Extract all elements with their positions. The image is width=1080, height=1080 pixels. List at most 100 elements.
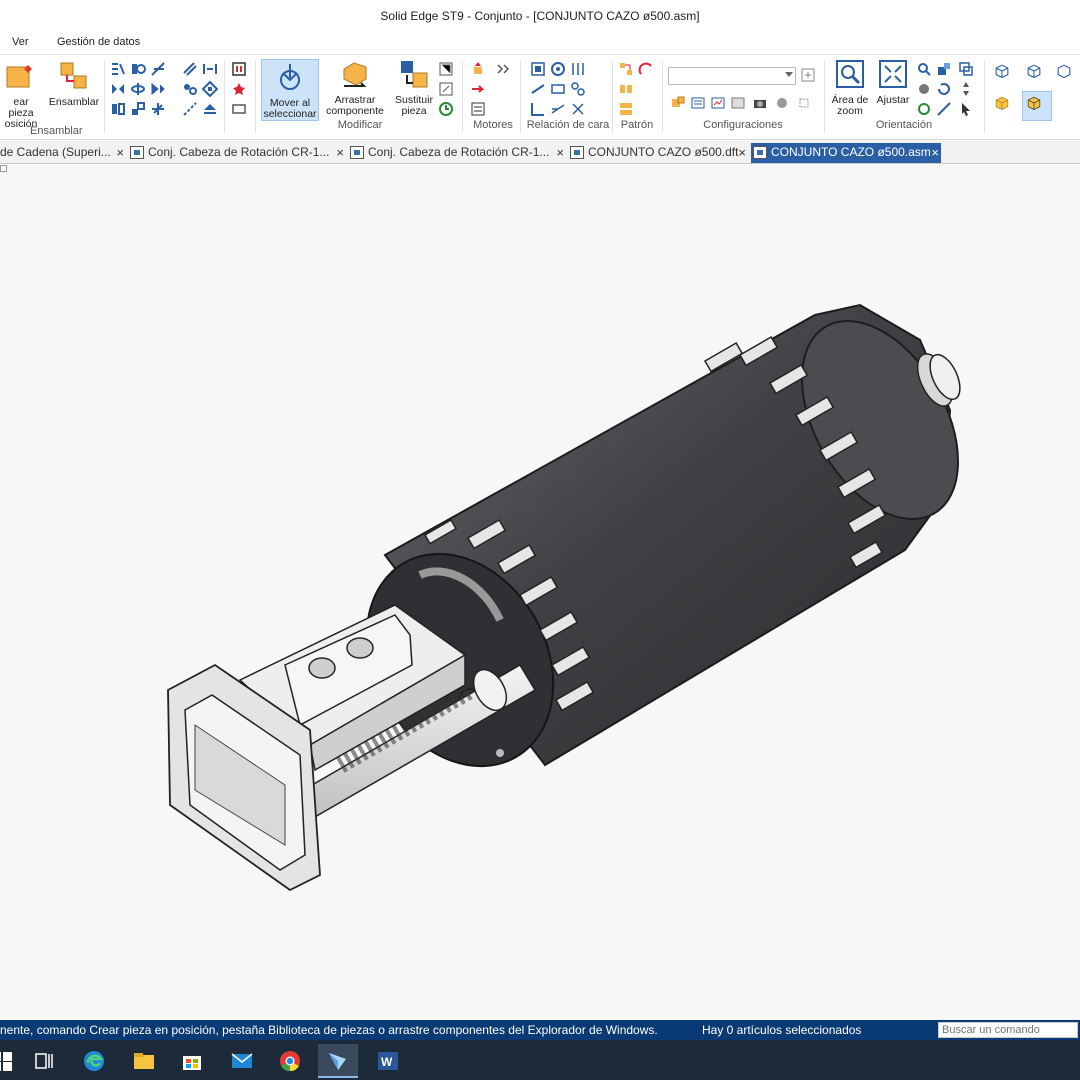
select-icon[interactable] [958,101,974,117]
ajustar-button[interactable]: Ajustar [874,57,912,106]
motor-icon-2[interactable] [496,61,512,77]
pattern-icon-3[interactable] [618,81,634,97]
assembly-doc-icon [130,146,144,159]
face-relation-icon-2[interactable] [550,61,566,77]
refresh-icon[interactable] [916,101,932,117]
config-icon-7[interactable] [796,95,812,111]
menu-ver[interactable]: Ver [12,36,29,48]
file-explorer-button[interactable] [124,1044,164,1078]
config-icon-1[interactable] [670,95,686,111]
draft-doc-icon [570,146,584,159]
view-icon-2[interactable] [958,61,974,77]
shaded-cube-icon[interactable] [994,95,1016,117]
motor-icon-1[interactable] [470,61,486,77]
relation-icon-6[interactable] [150,81,166,97]
graphics-viewport[interactable] [0,165,1080,1020]
visible-edges-cube-icon[interactable] [1056,63,1078,85]
pan-icon[interactable] [916,81,932,97]
assembly-model[interactable] [0,165,1080,1020]
view-icon-3[interactable] [936,101,952,117]
pattern-icon-1[interactable] [618,61,634,77]
document-tab[interactable]: Conj. Cabeza de Rotación CR-1... × [128,143,346,163]
modify-icon-1[interactable] [438,61,454,77]
relation-icon-1[interactable] [110,61,126,77]
close-icon[interactable]: × [738,143,746,162]
face-relation-icon-6[interactable] [570,81,586,97]
mail-button[interactable] [222,1044,262,1078]
config-icon-2[interactable] [690,95,706,111]
ensamblar-button[interactable]: Ensamblar [46,59,102,108]
close-icon[interactable]: × [931,143,939,162]
pattern-icon-4[interactable] [618,101,634,117]
face-relation-icon-7[interactable] [530,101,546,117]
group-label-orientacion: Orientación [875,119,933,131]
view-icon-1[interactable] [936,61,952,77]
relation-icon-11[interactable] [202,61,218,77]
camera-icon[interactable] [752,95,768,111]
relation-icon-5[interactable] [130,81,146,97]
spin-icon[interactable] [958,81,974,97]
relation-icon-9[interactable] [150,101,166,117]
relation-icon-13[interactable] [201,80,219,98]
replace-part-icon [399,59,429,89]
arrastrar-componente-button[interactable]: Arrastrar componente [322,57,388,117]
document-tab[interactable]: Conj. Cabeza de Rotación CR-1... × [348,143,566,163]
document-tab-active[interactable]: CONJUNTO CAZO ø500.asm × [751,143,941,163]
config-settings-icon[interactable] [800,67,816,83]
config-icon-4[interactable] [730,95,746,111]
document-tab[interactable]: CONJUNTO CAZO ø500.dft × [568,143,748,163]
configuration-combo[interactable] [668,67,796,85]
motor-icon-4[interactable] [470,101,486,117]
face-relation-icon-4[interactable] [530,81,546,97]
face-relation-icon-9[interactable] [570,101,586,117]
crear-pieza-button[interactable]: ear pieza osición [0,59,42,130]
relation-icon-8[interactable] [130,101,146,117]
hidden-lines-cube-icon[interactable] [1026,63,1048,85]
ribbon-separator [984,61,985,133]
close-icon[interactable]: × [556,143,564,162]
relation-icon-15[interactable] [202,101,218,117]
area-zoom-button[interactable]: Área de zoom [830,57,870,117]
command-search-input[interactable] [938,1022,1078,1038]
shaded-edges-cube-icon[interactable] [1022,91,1052,121]
relation-icon-3[interactable] [150,61,166,77]
relation-icon-18[interactable] [231,101,247,117]
chrome-button[interactable] [270,1044,310,1078]
relation-icon-7[interactable] [110,101,126,117]
menu-gestion-datos[interactable]: Gestión de datos [57,36,140,48]
relation-icon-17[interactable] [231,81,247,97]
zoom-icon[interactable] [916,61,932,77]
face-relation-icon-1[interactable] [530,61,546,77]
sustituir-pieza-button[interactable]: Sustituir pieza [392,57,436,117]
task-view-button[interactable] [24,1044,64,1078]
config-icon-3[interactable] [710,95,726,111]
motor-icon-3[interactable] [470,81,486,97]
face-relation-icon-8[interactable] [550,101,566,117]
mover-al-seleccionar-button[interactable]: Mover al seleccionar [261,59,319,121]
edge-button[interactable] [74,1044,114,1078]
solid-edge-button[interactable] [318,1044,358,1078]
rotate-icon[interactable] [936,81,952,97]
wireframe-cube-icon[interactable] [994,63,1016,85]
relation-icon-16[interactable] [231,61,247,77]
windows-start-button[interactable] [0,1044,22,1078]
viewport-corner-handle[interactable] [0,165,7,172]
face-relation-icon-5[interactable] [550,81,566,97]
relation-icon-4[interactable] [110,81,126,97]
face-relation-icon-3[interactable] [570,61,586,77]
modify-icon-2[interactable] [438,81,454,97]
relation-icon-10[interactable] [182,61,198,77]
relation-icon-12[interactable] [182,81,198,97]
close-icon[interactable]: × [336,143,344,162]
close-icon[interactable]: × [116,143,124,162]
document-tab[interactable]: de Cadena (Superi... × [0,143,126,163]
config-icon-6[interactable] [774,95,790,111]
pattern-icon-2[interactable] [638,61,654,77]
assembly-doc-icon [350,146,364,159]
modify-icon-3[interactable] [438,101,454,117]
ajustar-label: Ajustar [876,94,910,106]
store-button[interactable] [172,1044,212,1078]
relation-icon-14[interactable] [182,101,198,117]
relation-icon-2[interactable] [130,61,146,77]
word-button[interactable]: W [368,1044,408,1078]
